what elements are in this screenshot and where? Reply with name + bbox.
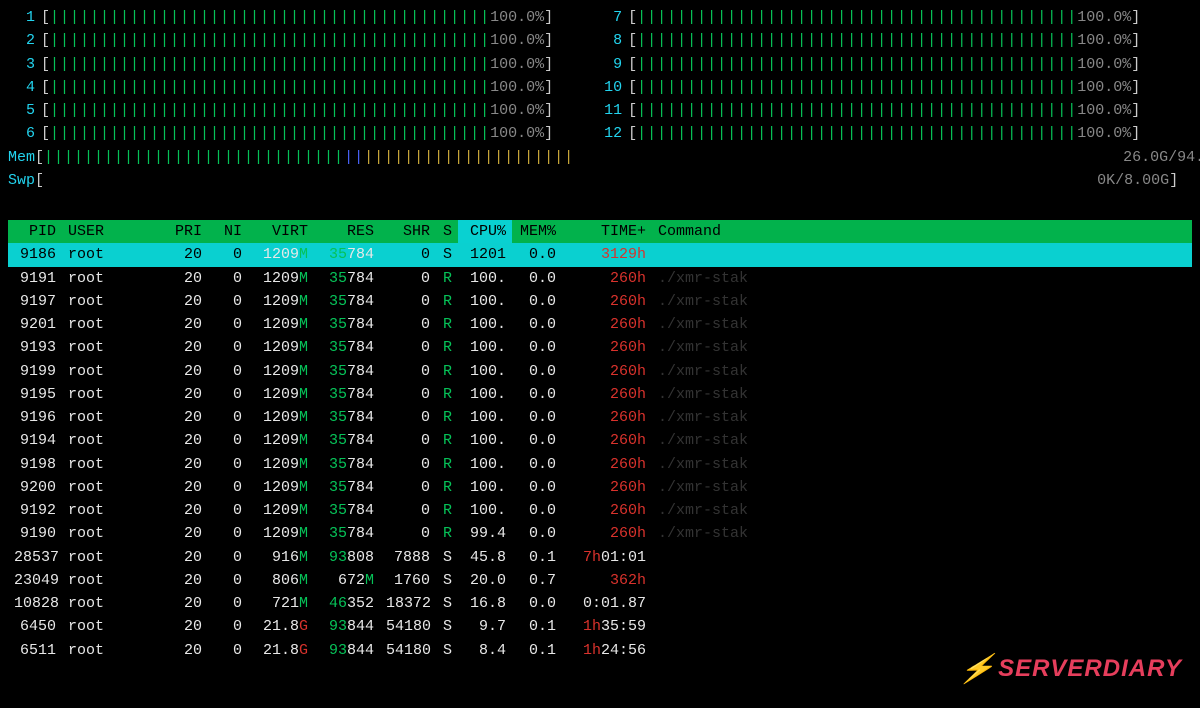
col-time[interactable]: TIME+ <box>562 220 652 243</box>
cpu-meters-left: 1[||||||||||||||||||||||||||||||||||||||… <box>8 6 553 146</box>
col-shr[interactable]: SHR <box>380 220 436 243</box>
col-command[interactable]: Command <box>652 220 1192 243</box>
process-row[interactable]: 9201 root 20 0 1209M 35784 0 R 100. 0.0 … <box>8 313 1192 336</box>
mem-value: 26.0G/94.2G <box>574 146 1200 169</box>
cpu-meter-3: 3[||||||||||||||||||||||||||||||||||||||… <box>8 53 553 76</box>
cpu-meter-12: 12[|||||||||||||||||||||||||||||||||||||… <box>595 122 1140 145</box>
cpu-meter-2: 2[||||||||||||||||||||||||||||||||||||||… <box>8 29 553 52</box>
process-row[interactable]: 10828 root 20 0 721M 46352 18372 S 16.8 … <box>8 592 1192 615</box>
process-row[interactable]: 9186 root 20 0 1209M 35784 0 S 1201 0.0 … <box>8 243 1192 266</box>
col-mem[interactable]: MEM% <box>512 220 562 243</box>
col-pid[interactable]: PID <box>8 220 62 243</box>
swap-meter: Swp[0K/8.00G] <box>8 169 1192 192</box>
process-row[interactable]: 9195 root 20 0 1209M 35784 0 R 100. 0.0 … <box>8 383 1192 406</box>
col-res[interactable]: RES <box>314 220 380 243</box>
cpu-meter-4: 4[||||||||||||||||||||||||||||||||||||||… <box>8 76 553 99</box>
process-row[interactable]: 6450 root 20 0 21.8G 93844 54180 S 9.7 0… <box>8 615 1192 638</box>
cpu-meter-6: 6[||||||||||||||||||||||||||||||||||||||… <box>8 122 553 145</box>
process-row[interactable]: 9196 root 20 0 1209M 35784 0 R 100. 0.0 … <box>8 406 1192 429</box>
process-row[interactable]: 9192 root 20 0 1209M 35784 0 R 100. 0.0 … <box>8 499 1192 522</box>
htop-screen: 1[||||||||||||||||||||||||||||||||||||||… <box>0 0 1200 708</box>
bolt-icon: ⚡ <box>956 647 1000 690</box>
cpu-meter-9: 9[||||||||||||||||||||||||||||||||||||||… <box>595 53 1140 76</box>
process-row[interactable]: 9193 root 20 0 1209M 35784 0 R 100. 0.0 … <box>8 336 1192 359</box>
watermark-logo: ⚡SERVERDIARY <box>960 647 1182 690</box>
col-virt[interactable]: VIRT <box>248 220 314 243</box>
cpu-meter-11: 11[|||||||||||||||||||||||||||||||||||||… <box>595 99 1140 122</box>
process-table[interactable]: PID USER PRI NI VIRT RES SHR S CPU% MEM%… <box>8 220 1192 662</box>
process-row[interactable]: 9199 root 20 0 1209M 35784 0 R 100. 0.0 … <box>8 360 1192 383</box>
memory-meter: Mem[||||||||||||||||||||||||||||||||||||… <box>8 146 1192 169</box>
cpu-meter-1: 1[||||||||||||||||||||||||||||||||||||||… <box>8 6 553 29</box>
cpu-meter-5: 5[||||||||||||||||||||||||||||||||||||||… <box>8 99 553 122</box>
swap-value: 0K/8.00G <box>44 169 1169 192</box>
process-row[interactable]: 9190 root 20 0 1209M 35784 0 R 99.4 0.0 … <box>8 522 1192 545</box>
process-row[interactable]: 23049 root 20 0 806M 672M 1760 S 20.0 0.… <box>8 569 1192 592</box>
col-user[interactable]: USER <box>62 220 162 243</box>
process-row[interactable]: 9191 root 20 0 1209M 35784 0 R 100. 0.0 … <box>8 267 1192 290</box>
process-row[interactable]: 28537 root 20 0 916M 93808 7888 S 45.8 0… <box>8 546 1192 569</box>
cpu-meter-7: 7[||||||||||||||||||||||||||||||||||||||… <box>595 6 1140 29</box>
table-header-row[interactable]: PID USER PRI NI VIRT RES SHR S CPU% MEM%… <box>8 220 1192 243</box>
process-row[interactable]: 9198 root 20 0 1209M 35784 0 R 100. 0.0 … <box>8 453 1192 476</box>
cpu-meters: 1[||||||||||||||||||||||||||||||||||||||… <box>8 6 1192 146</box>
cpu-meter-8: 8[||||||||||||||||||||||||||||||||||||||… <box>595 29 1140 52</box>
process-row[interactable]: 9197 root 20 0 1209M 35784 0 R 100. 0.0 … <box>8 290 1192 313</box>
cpu-meters-right: 7[||||||||||||||||||||||||||||||||||||||… <box>595 6 1140 146</box>
col-cpu[interactable]: CPU% <box>458 220 512 243</box>
col-s[interactable]: S <box>436 220 458 243</box>
cpu-meter-10: 10[|||||||||||||||||||||||||||||||||||||… <box>595 76 1140 99</box>
process-row[interactable]: 9194 root 20 0 1209M 35784 0 R 100. 0.0 … <box>8 429 1192 452</box>
col-ni[interactable]: NI <box>208 220 248 243</box>
col-pri[interactable]: PRI <box>162 220 208 243</box>
process-row[interactable]: 9200 root 20 0 1209M 35784 0 R 100. 0.0 … <box>8 476 1192 499</box>
